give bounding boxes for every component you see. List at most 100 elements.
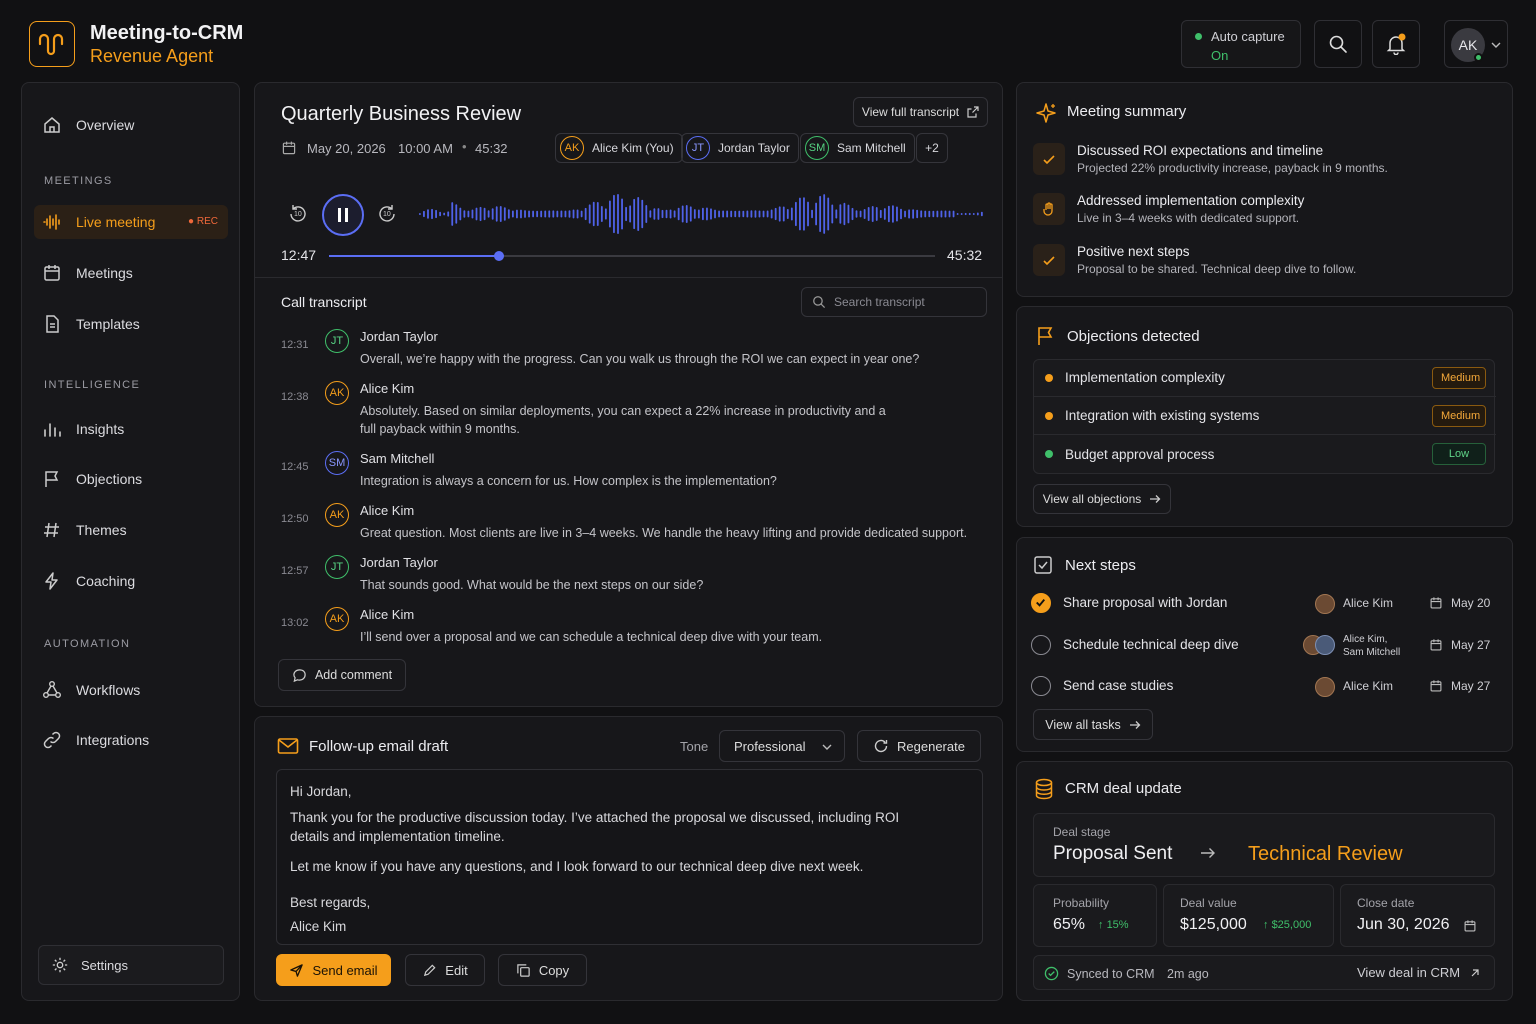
send-email-button[interactable]: Send email: [276, 954, 391, 986]
waveform-bar: [750, 210, 753, 218]
objection-row[interactable]: Implementation complexity Medium: [1033, 359, 1496, 397]
sidebar-item-workflows[interactable]: Workflows: [34, 673, 228, 707]
auto-capture-toggle[interactable]: Auto capture On: [1181, 20, 1301, 68]
user-menu[interactable]: AK: [1444, 20, 1508, 68]
severity-badge: Medium: [1432, 404, 1486, 427]
waveform-bar: [427, 209, 429, 219]
participant-name: Sam Mitchell: [837, 141, 906, 155]
waveform-bar: [912, 209, 915, 219]
waveform-bar: [940, 210, 943, 218]
meeting-time: 10:00 AM: [398, 141, 453, 156]
search-button[interactable]: [1314, 20, 1362, 68]
sidebar-item-overview[interactable]: Overview: [34, 108, 228, 142]
settings-button[interactable]: Settings: [38, 945, 224, 985]
email-signoff: Best regards,: [290, 895, 371, 910]
close-date-box[interactable]: Close date Jun 30, 2026: [1340, 884, 1495, 947]
view-all-objections-button[interactable]: View all objections: [1033, 484, 1171, 514]
email-body[interactable]: Hi Jordan, Thank you for the productive …: [276, 769, 983, 945]
tone-label: Tone: [680, 739, 709, 754]
audio-waveform[interactable]: [417, 189, 987, 239]
search-icon: [813, 296, 826, 309]
task-date: May 27: [1429, 638, 1490, 652]
close-date: Jun 30, 2026: [1357, 916, 1450, 933]
participant-chip[interactable]: AK Alice Kim (You): [555, 133, 683, 163]
next-steps-panel: Next steps Share proposal with Jordan Al…: [1016, 537, 1513, 752]
dot-separator: •: [462, 139, 467, 154]
speaker-name: Alice Kim: [360, 607, 415, 622]
progress-track[interactable]: [329, 251, 935, 261]
waveform-bar: [479, 206, 482, 222]
sidebar-item-label: Insights: [76, 421, 125, 437]
more-participants[interactable]: +2: [916, 133, 948, 163]
waveform-bar: [794, 201, 797, 227]
view-full-transcript-button[interactable]: View full transcript: [853, 97, 988, 127]
sidebar-item-label: Templates: [76, 316, 140, 332]
participant-chip[interactable]: SM Sam Mitchell: [800, 133, 915, 163]
waveform-bar: [831, 204, 834, 224]
summary-item-detail: Proposal to be shared. Technical deep di…: [1077, 262, 1357, 276]
objection-row[interactable]: Integration with existing systems Medium: [1033, 397, 1496, 435]
waveform-bar: [924, 210, 927, 218]
waveform-bar: [673, 210, 676, 218]
view-all-tasks-button[interactable]: View all tasks: [1033, 709, 1153, 740]
waveform-bar: [511, 210, 514, 218]
waveform-bar: [976, 212, 979, 216]
waveform-bar: [641, 199, 644, 229]
edit-button[interactable]: Edit: [405, 954, 485, 986]
calendar-icon: [1430, 639, 1442, 651]
deal-stage-to: Technical Review: [1248, 843, 1403, 865]
waveform-bar: [491, 208, 494, 220]
waveform-bar: [439, 211, 442, 217]
app-subtitle: Revenue Agent: [90, 46, 214, 66]
sidebar-item-label: Live meeting: [76, 214, 156, 230]
crm-title: CRM deal update: [1065, 780, 1182, 797]
sidebar-item-label: Integrations: [76, 732, 150, 748]
waveform-bar: [847, 204, 850, 224]
waveform-bar: [669, 209, 672, 219]
task-checkbox-checked[interactable]: [1031, 593, 1051, 613]
skip-back-button[interactable]: 10: [287, 203, 309, 225]
sidebar-item-coaching[interactable]: Coaching: [34, 564, 228, 598]
arrow-right-icon: [1201, 848, 1215, 858]
pause-button[interactable]: [322, 194, 364, 236]
summary-item: Addressed implementation complexity Live…: [1033, 191, 1496, 235]
sidebar-item-themes[interactable]: Themes: [34, 513, 228, 547]
view-deal-link[interactable]: View deal in CRM: [1357, 965, 1480, 980]
waveform-bar: [746, 210, 749, 218]
sidebar-item-objections[interactable]: Objections: [34, 462, 228, 496]
notifications-button[interactable]: [1372, 20, 1420, 68]
waveform-bar: [471, 209, 474, 219]
online-dot: [1474, 53, 1483, 62]
regenerate-button[interactable]: Regenerate: [857, 730, 981, 762]
sidebar-item-meetings[interactable]: Meetings: [34, 256, 228, 290]
skip-forward-button[interactable]: 10: [376, 203, 398, 225]
task-date: May 27: [1429, 679, 1490, 693]
participant-chip[interactable]: JT Jordan Taylor: [681, 133, 799, 163]
summary-item: Positive next steps Proposal to be share…: [1033, 242, 1496, 286]
checklist-icon: [1034, 556, 1052, 574]
waveform-bar: [560, 210, 563, 218]
refresh-icon: [874, 739, 888, 753]
objection-row[interactable]: Budget approval process Low: [1033, 435, 1496, 473]
sidebar-item-live-meeting[interactable]: Live meeting ● REC: [34, 205, 228, 239]
waveform-bar: [657, 208, 660, 220]
waveform-bar: [443, 212, 446, 216]
task-checkbox[interactable]: [1031, 676, 1051, 696]
entry-time: 12:38: [281, 391, 309, 403]
avatar: SM: [805, 136, 829, 160]
search-transcript-input[interactable]: Search transcript: [801, 287, 987, 317]
waveform-bar: [734, 210, 737, 218]
progress-handle[interactable]: [493, 251, 504, 261]
check-circle-icon: [1044, 966, 1059, 981]
waveform-bar: [811, 209, 813, 219]
waveform-bar: [944, 210, 947, 218]
sidebar-item-integrations[interactable]: Integrations: [34, 723, 228, 757]
sidebar-item-insights[interactable]: Insights: [34, 412, 228, 446]
tone-select[interactable]: Professional: [719, 730, 845, 762]
waveform-bar: [867, 206, 870, 222]
task-checkbox[interactable]: [1031, 635, 1051, 655]
add-comment-button[interactable]: Add comment: [278, 659, 406, 691]
waveform-bar: [843, 202, 846, 226]
sidebar-item-templates[interactable]: Templates: [34, 307, 228, 341]
copy-button[interactable]: Copy: [498, 954, 587, 986]
